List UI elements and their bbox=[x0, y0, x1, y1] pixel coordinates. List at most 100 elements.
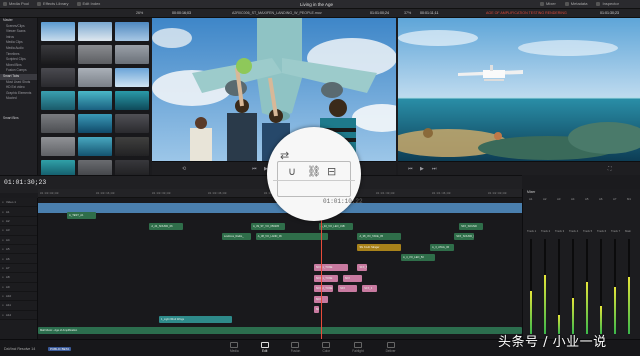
audio-clip[interactable]: Leviticus_Radio_ bbox=[221, 233, 251, 241]
audio-clip[interactable]: A_39_ST_VO_050205 bbox=[250, 222, 285, 230]
magnet-icon[interactable]: ∪ bbox=[288, 165, 296, 178]
track-header[interactable]: ● A10 bbox=[0, 292, 37, 302]
track-enable-icon[interactable]: ● bbox=[2, 266, 4, 270]
page-fairlight[interactable]: Fairlight bbox=[352, 342, 364, 353]
audio-clip[interactable]: A_3_ATAG_06 bbox=[430, 243, 455, 251]
audio-clip[interactable]: A_TEST_A1 bbox=[67, 212, 97, 220]
audio-clip[interactable]: A_38_VO_LAND_06 bbox=[255, 233, 329, 241]
media-thumbnail[interactable]: A00BUIL_A_01 bbox=[78, 114, 112, 133]
channel-fader[interactable] bbox=[572, 239, 574, 334]
media-thumbnail[interactable]: ATO_TIR_01_OS bbox=[115, 114, 149, 133]
audio-clip[interactable]: 1_Light Wind Wings bbox=[159, 316, 232, 324]
audio-clip[interactable]: SFX_SOUND_GATE bbox=[357, 264, 368, 272]
track-enable-icon[interactable]: ● bbox=[2, 228, 4, 232]
media-thumbnail[interactable]: B0011_CLIP_06 bbox=[41, 45, 75, 64]
media-thumbnail[interactable]: ADRIEL_AIR_A_01 bbox=[78, 68, 112, 87]
track-header[interactable]: ● A12 bbox=[0, 311, 37, 321]
smart-bins-header[interactable]: Smart Bins bbox=[0, 116, 37, 120]
audio-clip[interactable]: SFX bbox=[342, 274, 363, 282]
tab-inspector[interactable]: Inspector bbox=[596, 1, 619, 6]
link-icon[interactable]: ⛓ bbox=[307, 165, 321, 178]
audio-clip[interactable]: SFX_1_TONE bbox=[313, 274, 339, 282]
fullscreen-icon[interactable]: ⛶ bbox=[608, 166, 612, 172]
page-fusion[interactable]: Fusion bbox=[291, 342, 300, 353]
audio-clip[interactable]: A_40_VO_LEO_31B bbox=[318, 222, 353, 230]
tab-effects-library[interactable]: Effects Library bbox=[37, 1, 69, 6]
tab-edit-index[interactable]: Edit Index bbox=[76, 1, 100, 6]
audio-clip[interactable]: SFX_1_TONE bbox=[313, 264, 348, 272]
audio-clip[interactable]: SFX_SOUND bbox=[459, 222, 484, 230]
media-thumbnail[interactable]: A0A0_AIRPLANE bbox=[78, 45, 112, 64]
track-enable-icon[interactable]: ● bbox=[2, 303, 4, 307]
play-icon[interactable]: ▶ bbox=[420, 166, 424, 172]
track-header[interactable]: ● A5 bbox=[0, 245, 37, 255]
lock-icon[interactable]: ⊟ bbox=[327, 165, 336, 178]
channel-fader[interactable] bbox=[544, 239, 546, 334]
media-thumbnail[interactable]: DMSC_AIR_08 bbox=[78, 137, 112, 156]
tab-mixer[interactable]: Mixer bbox=[540, 1, 556, 6]
audio-clip[interactable]: SFX_SOUND_G bbox=[454, 233, 474, 241]
media-thumbnail[interactable]: A2R0C006_ST_MAXIFEN bbox=[41, 22, 75, 41]
media-thumbnail[interactable]: LODGE_AIR_A_03 bbox=[41, 137, 75, 156]
audio-clip[interactable]: SFX_2_TONE bbox=[313, 285, 334, 293]
track-enable-icon[interactable]: ● bbox=[2, 200, 4, 204]
track-header[interactable]: ● A7 bbox=[0, 264, 37, 274]
source-viewer[interactable] bbox=[152, 18, 396, 161]
track-header[interactable]: ● A6 bbox=[0, 254, 37, 264]
track-header[interactable]: ● A1 bbox=[0, 207, 37, 217]
next-edit-icon[interactable]: ⏭ bbox=[432, 166, 437, 172]
track-enable-icon[interactable]: ● bbox=[2, 210, 4, 214]
track-enable-icon[interactable]: ● bbox=[2, 275, 4, 279]
track-header[interactable]: ● A3 bbox=[0, 226, 37, 236]
track-enable-icon[interactable]: ● bbox=[2, 257, 4, 261]
bin-item[interactable]: Mooted bbox=[0, 96, 37, 102]
audio-clip[interactable]: A_38_VO_TAKE_05 bbox=[357, 233, 401, 241]
channel-fader[interactable] bbox=[600, 239, 602, 334]
audio-clip[interactable]: SFX bbox=[313, 306, 319, 313]
track-header[interactable]: ● A8 bbox=[0, 273, 37, 283]
channel-fader[interactable] bbox=[614, 239, 616, 334]
track-header[interactable]: ● A2 bbox=[0, 217, 37, 227]
track-header[interactable]: ● A11 bbox=[0, 301, 37, 311]
loop-icon[interactable]: ⟲ bbox=[182, 166, 186, 172]
audio-clip[interactable]: SFX_3 bbox=[362, 285, 377, 293]
audio-clip[interactable]: A_4_VO_LEO_50 bbox=[401, 254, 435, 261]
track-enable-icon[interactable]: ● bbox=[2, 313, 4, 317]
swap-icon[interactable]: ⇄ bbox=[280, 149, 289, 162]
track-enable-icon[interactable]: ● bbox=[2, 294, 4, 298]
source-clip-name[interactable]: A2R0C006_ST_MAXIFEN_LANDING_W_PEOPLE.mov bbox=[232, 11, 322, 15]
page-deliver[interactable]: Deliver bbox=[386, 342, 396, 353]
media-thumbnail[interactable]: AZ00_AIR_B_04 bbox=[78, 91, 112, 110]
page-color[interactable]: Color bbox=[322, 342, 331, 353]
track-header[interactable]: ● Video 1 bbox=[0, 198, 37, 208]
channel-fader[interactable] bbox=[530, 239, 532, 334]
channel-fader[interactable] bbox=[628, 239, 630, 334]
track-header[interactable]: ● A9 bbox=[0, 283, 37, 292]
timeline-viewer[interactable] bbox=[398, 18, 640, 161]
media-thumbnail[interactable]: A0MK_AIR_5 bbox=[115, 137, 149, 156]
zoom-level[interactable]: 26% bbox=[136, 11, 143, 15]
audio-clip[interactable]: Sfx X-Hit: Stinger bbox=[357, 243, 401, 251]
media-thumbnail[interactable]: ADRHA_AIR_A_05 bbox=[41, 68, 75, 87]
channel-fader[interactable] bbox=[558, 239, 560, 334]
media-thumbnail[interactable]: A2R0C00_A_1 bbox=[115, 45, 149, 64]
page-edit[interactable]: Edit bbox=[260, 342, 269, 353]
program-zoom[interactable]: 37% bbox=[404, 11, 411, 15]
media-thumbnail[interactable]: A00BIC_AIR_B_09 bbox=[41, 114, 75, 133]
tab-metadata[interactable]: Metadata bbox=[564, 1, 587, 6]
media-thumbnail[interactable]: A2R0C003_A_5 bbox=[115, 22, 149, 41]
track-header[interactable]: ● A4 bbox=[0, 236, 37, 245]
audio-clip[interactable]: SFX bbox=[338, 285, 358, 293]
media-thumbnail[interactable]: AZPBC_AIR_AA_07 bbox=[115, 68, 149, 87]
track-enable-icon[interactable]: ● bbox=[2, 219, 4, 223]
prev-frame-icon[interactable]: ⏮ bbox=[252, 166, 257, 172]
audio-clip[interactable]: Mall Music - Age of Amplification bbox=[38, 326, 522, 334]
page-media[interactable]: Media bbox=[230, 342, 239, 353]
track-enable-icon[interactable]: ● bbox=[2, 238, 4, 242]
track-enable-icon[interactable]: ● bbox=[2, 247, 4, 251]
audio-clip[interactable]: A_24_SOUND_06 bbox=[149, 222, 184, 230]
channel-fader[interactable] bbox=[586, 239, 588, 334]
timeline-tracks[interactable]: A_TEST_A1 A_24_SOUND_06 A_39_ST_VO_050205 A… bbox=[38, 198, 522, 339]
media-thumbnail[interactable]: AP_BUILD_02A_12 bbox=[41, 91, 75, 110]
media-thumbnail[interactable]: AZBE_AIR_AA_04 bbox=[115, 91, 149, 110]
